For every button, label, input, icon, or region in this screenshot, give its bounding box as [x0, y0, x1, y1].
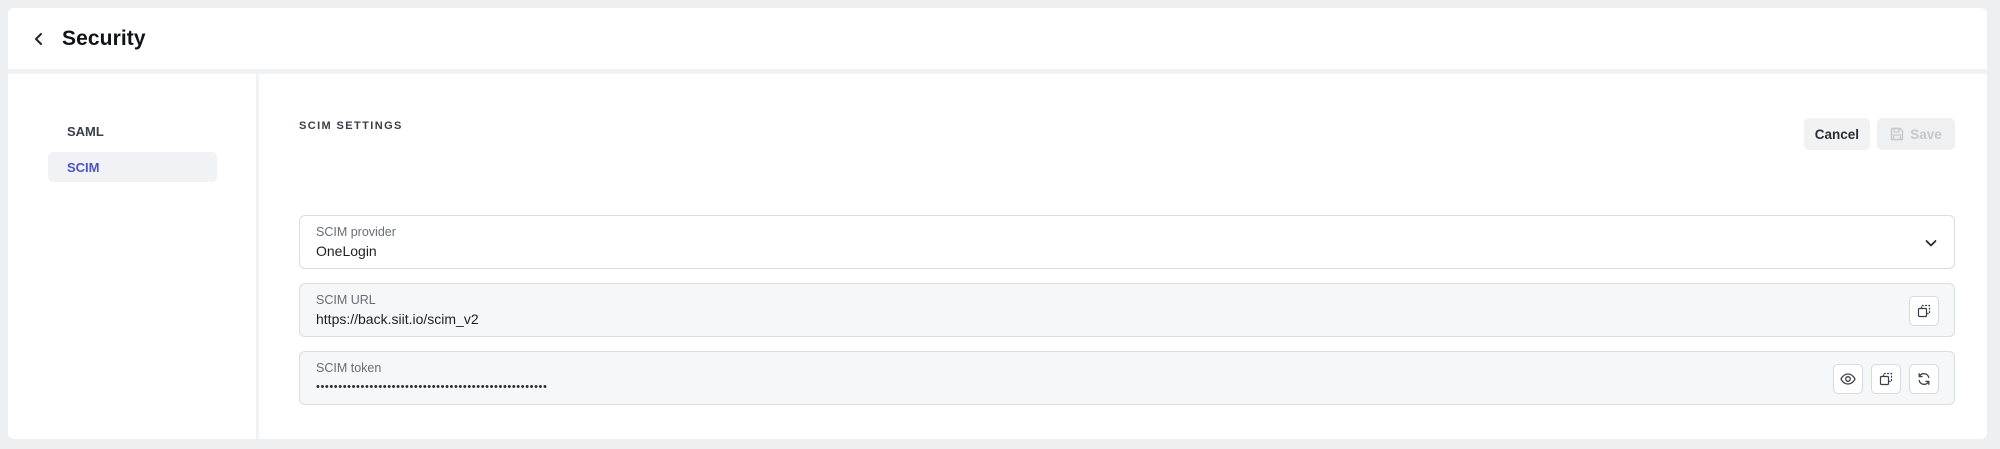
sidebar: SAML SCIM	[8, 74, 259, 439]
scim-url-value: https://back.siit.io/scim_v2	[316, 311, 479, 327]
page-title: Security	[62, 26, 146, 50]
save-button[interactable]: Save	[1877, 118, 1955, 150]
regenerate-token-button[interactable]	[1909, 364, 1939, 394]
cancel-button[interactable]: Cancel	[1803, 118, 1870, 150]
copy-icon	[1879, 372, 1893, 386]
form-actions: Cancel Save	[1803, 118, 1955, 150]
sidebar-item-scim[interactable]: SCIM	[48, 152, 217, 182]
scim-token-value: ••••••••••••••••••••••••••••••••••••••••…	[316, 381, 548, 393]
scim-token-actions	[1833, 364, 1939, 394]
cancel-button-label: Cancel	[1814, 126, 1859, 142]
scim-url-actions	[1909, 296, 1939, 326]
sidebar-item-label: SAML	[67, 123, 104, 139]
back-button[interactable]	[28, 28, 50, 50]
scim-url-field: SCIM URL https://back.siit.io/scim_v2	[299, 283, 1955, 337]
section-title: SCIM SETTINGS	[299, 120, 403, 132]
chevron-left-icon	[35, 32, 42, 45]
eye-icon	[1840, 373, 1856, 385]
show-token-button[interactable]	[1833, 364, 1863, 394]
sidebar-item-label: SCIM	[67, 159, 100, 175]
page-body: SAML SCIM SCIM SETTINGS Cancel Save SCIM…	[8, 74, 1987, 439]
app-window: Security SAML SCIM SCIM SETTINGS Cancel	[8, 8, 1987, 439]
save-button-label: Save	[1910, 126, 1942, 142]
scim-provider-value: OneLogin	[316, 243, 377, 259]
save-icon	[1891, 127, 1904, 141]
copy-icon	[1917, 304, 1931, 318]
sidebar-item-saml[interactable]: SAML	[48, 116, 217, 146]
chevron-down-icon	[1925, 240, 1937, 247]
scim-provider-select[interactable]: SCIM provider OneLogin	[299, 215, 1955, 269]
scim-provider-label: SCIM provider	[316, 225, 396, 239]
copy-token-button[interactable]	[1871, 364, 1901, 394]
refresh-icon	[1918, 373, 1930, 385]
scim-token-field: SCIM token •••••••••••••••••••••••••••••…	[299, 351, 1955, 405]
scim-settings-panel: SCIM SETTINGS Cancel Save SCIM provider …	[259, 74, 1987, 439]
copy-url-button[interactable]	[1909, 296, 1939, 326]
page-header: Security	[8, 8, 1987, 74]
scim-token-label: SCIM token	[316, 361, 382, 375]
scim-url-label: SCIM URL	[316, 293, 376, 307]
